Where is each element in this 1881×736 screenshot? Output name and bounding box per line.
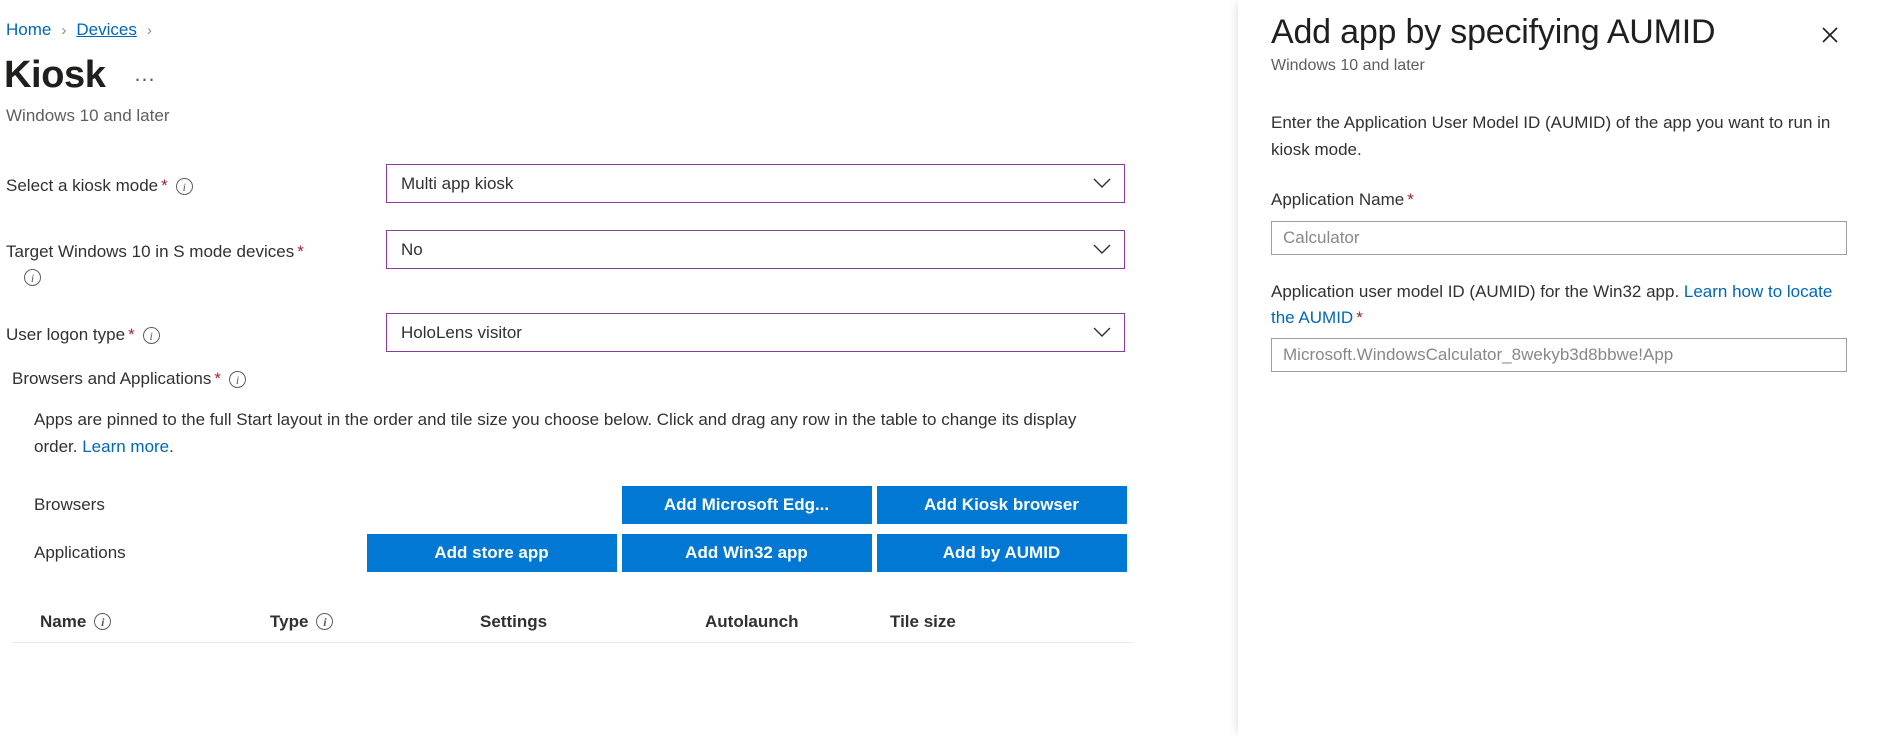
- required-asterisk: *: [1356, 308, 1363, 327]
- breadcrumb-item-home[interactable]: Home: [6, 20, 51, 40]
- learn-more-link[interactable]: Learn more: [82, 437, 169, 456]
- close-icon: [1820, 25, 1840, 45]
- form-row-logon-type: User logon type* i HoloLens visitor: [6, 313, 1238, 355]
- info-icon[interactable]: i: [176, 178, 193, 195]
- dropdown-value-logon-type: HoloLens visitor: [401, 323, 522, 343]
- form-row-kiosk-mode: Select a kiosk mode* i Multi app kiosk: [6, 164, 1238, 206]
- close-panel-button[interactable]: [1813, 18, 1847, 52]
- required-asterisk: *: [214, 369, 221, 388]
- application-name-input[interactable]: [1271, 221, 1847, 255]
- column-header-name: Namei: [40, 612, 270, 632]
- add-store-app-button[interactable]: Add store app: [367, 534, 617, 572]
- column-header-label: Type: [270, 612, 308, 632]
- panel-description: Enter the Application User Model ID (AUM…: [1271, 109, 1847, 163]
- label-browsers-and-applications: Browsers and Applications* i: [6, 369, 1238, 389]
- chevron-down-icon: [1093, 327, 1111, 338]
- app-buttons-area: Browsers Add Microsoft Edg... Add Kiosk …: [6, 486, 1238, 572]
- label-text: Select a kiosk mode: [6, 176, 158, 195]
- breadcrumb-separator-icon: ›: [147, 22, 152, 39]
- more-options-icon[interactable]: …: [133, 63, 157, 85]
- breadcrumb-separator-icon: ›: [61, 22, 66, 39]
- add-by-aumid-slot: Add by AUMID: [874, 534, 1129, 572]
- info-icon[interactable]: i: [143, 327, 160, 344]
- column-header-autolaunch: Autolaunch: [705, 612, 890, 632]
- label-kiosk-mode: Select a kiosk mode* i: [6, 164, 386, 199]
- help-text-part2: .: [169, 437, 174, 456]
- column-header-type: Typei: [270, 612, 480, 632]
- label-aumid: Application user model ID (AUMID) for th…: [1271, 279, 1847, 332]
- required-asterisk: *: [128, 325, 135, 344]
- add-win32-app-slot: Add Win32 app: [619, 534, 874, 572]
- column-header-settings: Settings: [480, 612, 705, 632]
- label-application-name: Application Name*: [1271, 187, 1847, 213]
- info-icon[interactable]: i: [24, 269, 41, 286]
- add-aumid-panel: Add app by specifying AUMID Windows 10 a…: [1238, 0, 1881, 736]
- aumid-input[interactable]: [1271, 338, 1847, 372]
- help-text-part1: Apps are pinned to the full Start layout…: [34, 410, 1076, 455]
- panel-title-block: Add app by specifying AUMID Windows 10 a…: [1271, 12, 1715, 75]
- chevron-down-icon: [1093, 178, 1111, 189]
- info-icon[interactable]: i: [316, 613, 333, 630]
- main-content-pane: Home › Devices › Kiosk … Windows 10 and …: [0, 0, 1238, 736]
- column-header-label: Autolaunch: [705, 612, 799, 632]
- column-header-label: Tile size: [890, 612, 956, 632]
- panel-header: Add app by specifying AUMID Windows 10 a…: [1271, 0, 1847, 75]
- row-label-applications: Applications: [34, 543, 364, 563]
- column-header-label: Settings: [480, 612, 547, 632]
- chevron-down-icon: [1093, 244, 1111, 255]
- dropdown-value-kiosk-mode: Multi app kiosk: [401, 174, 513, 194]
- label-s-mode: Target Windows 10 in S mode devices* i: [6, 230, 386, 289]
- kiosk-form: Select a kiosk mode*i Multi app kiosk Ta…: [0, 164, 1238, 643]
- dropdown-s-mode[interactable]: No: [386, 230, 1125, 269]
- required-asterisk: *: [1407, 190, 1414, 209]
- label-text: User logon type: [6, 325, 125, 344]
- required-asterisk: *: [161, 176, 168, 195]
- apps-help-text: Apps are pinned to the full Start layout…: [6, 407, 1124, 460]
- required-asterisk: *: [297, 242, 304, 261]
- add-win32-app-button[interactable]: Add Win32 app: [622, 534, 872, 572]
- label-text: Target Windows 10 in S mode devices: [6, 242, 294, 261]
- breadcrumb-item-devices[interactable]: Devices: [76, 20, 136, 40]
- form-row-s-mode: Target Windows 10 in S mode devices* i No: [6, 230, 1238, 289]
- panel-subtitle: Windows 10 and later: [1271, 57, 1715, 75]
- info-icon[interactable]: i: [229, 371, 246, 388]
- panel-title: Add app by specifying AUMID: [1271, 12, 1715, 53]
- info-icon[interactable]: i: [94, 613, 111, 630]
- add-microsoft-edge-button[interactable]: Add Microsoft Edg...: [622, 486, 872, 524]
- table-header-divider: [12, 642, 1134, 643]
- dropdown-logon-type[interactable]: HoloLens visitor: [386, 313, 1125, 352]
- row-label-browsers: Browsers: [34, 495, 364, 515]
- add-by-aumid-button[interactable]: Add by AUMID: [877, 534, 1127, 572]
- breadcrumb: Home › Devices ›: [0, 0, 1238, 42]
- column-header-tile-size: Tile size: [890, 612, 1070, 632]
- label-text-part1: Application user model ID (AUMID) for th…: [1271, 282, 1684, 301]
- dropdown-kiosk-mode[interactable]: Multi app kiosk: [386, 164, 1125, 203]
- label-text: Application Name: [1271, 190, 1404, 209]
- page-title: Kiosk: [4, 56, 105, 94]
- add-microsoft-edge-slot: Add Microsoft Edg...: [619, 486, 874, 524]
- label-text: Browsers and Applications: [12, 369, 211, 388]
- applications-button-row: Applications Add store app Add Win32 app…: [34, 534, 1238, 572]
- apps-table-header: Namei Typei Settings Autolaunch Tile siz…: [6, 602, 1238, 642]
- label-logon-type: User logon type* i: [6, 313, 386, 348]
- add-store-app-slot: Add store app: [364, 534, 619, 572]
- add-kiosk-browser-slot: Add Kiosk browser: [874, 486, 1129, 524]
- dropdown-value-s-mode: No: [401, 240, 423, 260]
- add-kiosk-browser-button[interactable]: Add Kiosk browser: [877, 486, 1127, 524]
- column-header-label: Name: [40, 612, 86, 632]
- browsers-button-row: Browsers Add Microsoft Edg... Add Kiosk …: [34, 486, 1238, 524]
- page-title-row: Kiosk …: [0, 42, 1238, 94]
- kiosk-configuration-page: Home › Devices › Kiosk … Windows 10 and …: [0, 0, 1881, 736]
- page-subtitle: Windows 10 and later: [0, 94, 1238, 126]
